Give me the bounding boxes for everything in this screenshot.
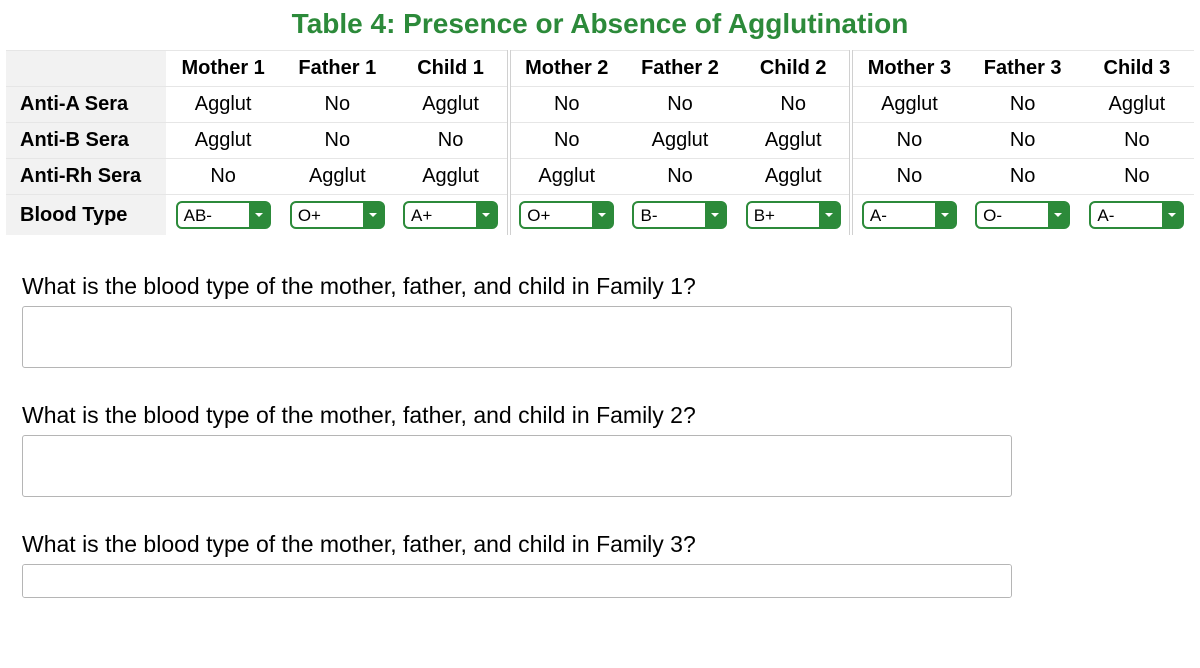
- cell: No: [1080, 159, 1194, 195]
- cell: No: [851, 123, 965, 159]
- cell: Agglut: [280, 159, 394, 195]
- col-father-2: Father 2: [623, 51, 737, 87]
- blood-type-select[interactable]: A+: [403, 201, 498, 229]
- col-child-1: Child 1: [394, 51, 508, 87]
- blood-type-cell: O+: [280, 195, 394, 236]
- cell: No: [280, 123, 394, 159]
- question-2-input[interactable]: [22, 435, 1012, 497]
- blood-type-cell: O+: [509, 195, 623, 236]
- cell: No: [737, 87, 851, 123]
- col-child-2: Child 2: [737, 51, 851, 87]
- blood-type-cell: AB-: [166, 195, 280, 236]
- table-row: Anti-B SeraAgglutNoNoNoAgglutAgglutNoNoN…: [6, 123, 1194, 159]
- cell: No: [509, 87, 623, 123]
- blood-type-select[interactable]: B+: [746, 201, 841, 229]
- blood-type-row: Blood Type AB- O+ A+ O+ B- B+ A- O- A-: [6, 195, 1194, 236]
- blood-type-select[interactable]: B-: [632, 201, 727, 229]
- cell: Agglut: [737, 123, 851, 159]
- blood-type-value: AB-: [184, 206, 212, 225]
- blood-type-select[interactable]: A-: [862, 201, 957, 229]
- question-3-label: What is the blood type of the mother, fa…: [22, 531, 1178, 558]
- question-1-input[interactable]: [22, 306, 1012, 368]
- question-2-label: What is the blood type of the mother, fa…: [22, 402, 1178, 429]
- blood-type-select[interactable]: AB-: [176, 201, 271, 229]
- cell: No: [166, 159, 280, 195]
- cell: No: [851, 159, 965, 195]
- chevron-down-icon: [1048, 203, 1068, 227]
- header-row: Mother 1 Father 1 Child 1 Mother 2 Fathe…: [6, 51, 1194, 87]
- blood-type-select[interactable]: O+: [519, 201, 614, 229]
- col-mother-3: Mother 3: [851, 51, 965, 87]
- blood-type-value: O+: [298, 206, 321, 225]
- cell: No: [966, 123, 1080, 159]
- chevron-down-icon: [705, 203, 725, 227]
- blood-type-value: A+: [411, 206, 432, 225]
- col-father-3: Father 3: [966, 51, 1080, 87]
- chevron-down-icon: [1162, 203, 1182, 227]
- row-label: Anti-A Sera: [6, 87, 166, 123]
- header-empty: [6, 51, 166, 87]
- cell: No: [394, 123, 508, 159]
- cell: No: [966, 87, 1080, 123]
- chevron-down-icon: [935, 203, 955, 227]
- cell: Agglut: [394, 159, 508, 195]
- blood-type-value: A-: [870, 206, 887, 225]
- col-mother-2: Mother 2: [509, 51, 623, 87]
- cell: Agglut: [166, 123, 280, 159]
- question-3-input[interactable]: [22, 564, 1012, 598]
- cell: No: [1080, 123, 1194, 159]
- blood-type-select[interactable]: O-: [975, 201, 1070, 229]
- blood-type-select[interactable]: A-: [1089, 201, 1184, 229]
- blood-type-cell: B-: [623, 195, 737, 236]
- chevron-down-icon: [363, 203, 383, 227]
- blood-type-value: O+: [527, 206, 550, 225]
- cell: No: [280, 87, 394, 123]
- blood-type-value: A-: [1097, 206, 1114, 225]
- chevron-down-icon: [819, 203, 839, 227]
- cell: Agglut: [166, 87, 280, 123]
- row-label: Blood Type: [6, 195, 166, 236]
- question-1-label: What is the blood type of the mother, fa…: [22, 273, 1178, 300]
- blood-type-cell: A+: [394, 195, 508, 236]
- row-label: Anti-Rh Sera: [6, 159, 166, 195]
- cell: Agglut: [509, 159, 623, 195]
- chevron-down-icon: [592, 203, 612, 227]
- questions-section: What is the blood type of the mother, fa…: [6, 273, 1194, 604]
- blood-type-cell: A-: [1080, 195, 1194, 236]
- blood-type-cell: O-: [966, 195, 1080, 236]
- agglutination-table: Mother 1 Father 1 Child 1 Mother 2 Fathe…: [6, 50, 1194, 235]
- blood-type-select[interactable]: O+: [290, 201, 385, 229]
- table-row: Anti-Rh SeraNoAgglutAgglutAgglutNoAgglut…: [6, 159, 1194, 195]
- cell: No: [623, 159, 737, 195]
- cell: Agglut: [1080, 87, 1194, 123]
- col-father-1: Father 1: [280, 51, 394, 87]
- row-label: Anti-B Sera: [6, 123, 166, 159]
- blood-type-cell: A-: [851, 195, 965, 236]
- cell: Agglut: [737, 159, 851, 195]
- col-child-3: Child 3: [1080, 51, 1194, 87]
- cell: Agglut: [623, 123, 737, 159]
- cell: No: [509, 123, 623, 159]
- col-mother-1: Mother 1: [166, 51, 280, 87]
- blood-type-cell: B+: [737, 195, 851, 236]
- blood-type-value: B-: [640, 206, 657, 225]
- cell: Agglut: [394, 87, 508, 123]
- chevron-down-icon: [476, 203, 496, 227]
- cell: No: [623, 87, 737, 123]
- table-title: Table 4: Presence or Absence of Agglutin…: [6, 8, 1194, 40]
- chevron-down-icon: [249, 203, 269, 227]
- table-row: Anti-A SeraAgglutNoAgglutNoNoNoAgglutNoA…: [6, 87, 1194, 123]
- cell: Agglut: [851, 87, 965, 123]
- blood-type-value: B+: [754, 206, 775, 225]
- cell: No: [966, 159, 1080, 195]
- blood-type-value: O-: [983, 206, 1002, 225]
